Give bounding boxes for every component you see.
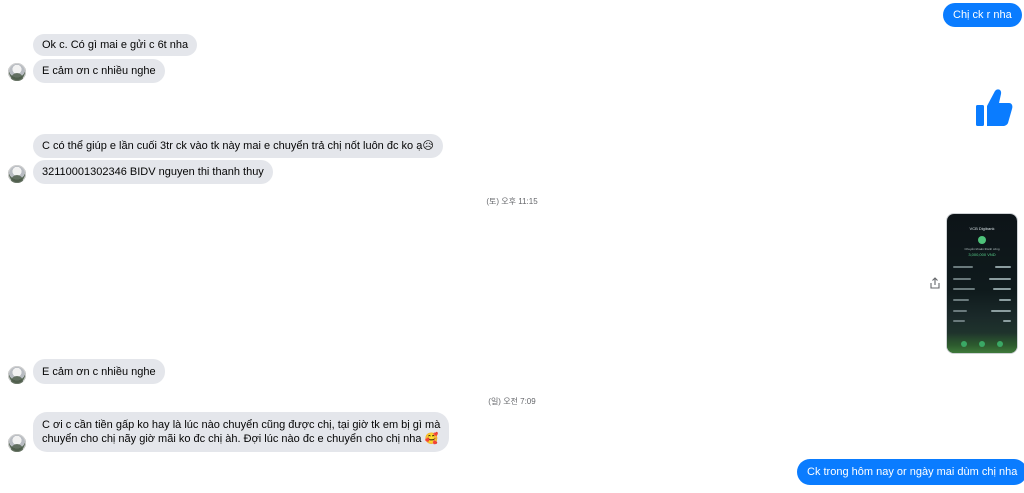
detail-value	[1003, 320, 1011, 322]
outgoing-message[interactable]: Ck trong hôm nay or ngày mai dùm chị nha	[797, 459, 1024, 485]
message-timestamp: (토) 오후 11:15	[486, 197, 538, 206]
action-button	[961, 341, 967, 347]
detail-label	[953, 278, 971, 280]
incoming-message[interactable]: E cảm ơn c nhiều nghe	[33, 59, 165, 83]
success-check-icon	[978, 236, 986, 244]
incoming-message[interactable]: Ok c. Có gì mai e gửi c 6t nha	[33, 34, 198, 56]
message-line: C ơi c cần tiền gấp ko hay là lúc nào ch…	[42, 419, 441, 431]
thumbs-up-icon[interactable]	[975, 88, 1013, 128]
transfer-screenshot-attachment[interactable]: VCB Digibank Chuyển khoản thành công 3,0…	[947, 214, 1017, 353]
incoming-message[interactable]: E cảm ơn c nhiều nghe	[33, 359, 165, 384]
transfer-status: Chuyển khoản thành công	[964, 247, 1000, 251]
action-button	[997, 341, 1003, 347]
contact-avatar[interactable]	[8, 434, 26, 452]
incoming-message[interactable]: 32110001302346 BIDV nguyen thi thanh thu…	[33, 160, 273, 184]
contact-avatar[interactable]	[8, 165, 26, 183]
message-line: chuyển cho chị nãy giờ mãi ko đc chị àh.…	[42, 433, 439, 445]
detail-value	[995, 266, 1011, 268]
bank-name: VCB Digibank	[969, 226, 995, 231]
detail-value	[993, 288, 1011, 290]
share-icon[interactable]	[929, 277, 941, 289]
detail-label	[953, 320, 965, 322]
transfer-amount: 3,000,000 VND	[968, 252, 996, 257]
detail-value	[991, 310, 1011, 312]
outgoing-message[interactable]: Chị ck r nha	[943, 3, 1022, 27]
incoming-message[interactable]: C có thể giúp e lần cuối 3tr ck vào tk n…	[33, 134, 443, 158]
contact-avatar[interactable]	[8, 63, 26, 81]
detail-value	[989, 278, 1011, 280]
detail-label	[953, 288, 975, 290]
message-timestamp: (일) 오전 7:09	[488, 397, 536, 406]
contact-avatar[interactable]	[8, 366, 26, 384]
detail-label	[953, 299, 969, 301]
detail-label	[953, 266, 973, 268]
action-button	[979, 341, 985, 347]
detail-label	[953, 310, 967, 312]
incoming-message[interactable]: C ơi c cần tiền gấp ko hay là lúc nào ch…	[33, 412, 450, 452]
detail-value	[999, 299, 1011, 301]
